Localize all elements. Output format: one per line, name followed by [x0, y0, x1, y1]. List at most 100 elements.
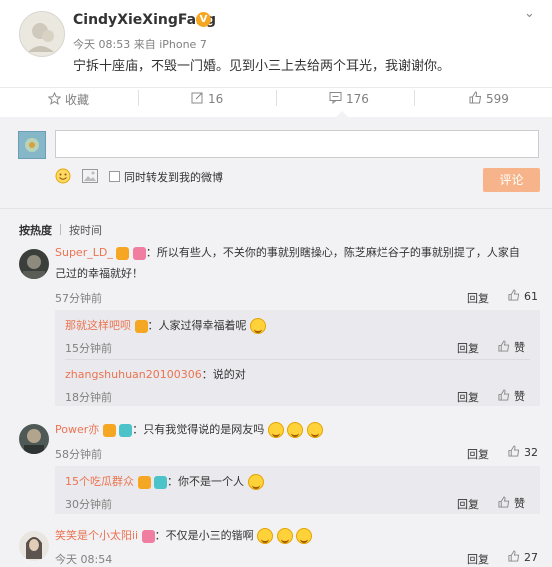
- comment-like-label: 赞: [514, 390, 525, 403]
- comment-text: ：不仅是小三的锴啊: [154, 529, 254, 542]
- reply-button[interactable]: 回复: [457, 340, 479, 356]
- comment-like-button[interactable]: 赞: [498, 495, 525, 511]
- comment-body: Super_LD_ ：所以有些人，不关你的事就别瞎操心，陈芝麻烂谷子的事就别提了…: [55, 244, 540, 262]
- comment-author[interactable]: zhangshuhuan20100306: [65, 368, 202, 381]
- divider: [60, 224, 61, 235]
- sort-by-heat[interactable]: 按热度: [19, 222, 52, 238]
- verified-icon: V: [196, 12, 211, 27]
- chevron-down-icon[interactable]: ⌄: [524, 6, 535, 21]
- comment-text: ：人家过得幸福着呢: [147, 319, 247, 332]
- comment-author[interactable]: Super_LD_: [55, 246, 113, 259]
- post-meta: 今天 08:53 来自 iPhone 7: [73, 38, 207, 51]
- laughing-emoji-icon: [250, 318, 266, 334]
- comment-author[interactable]: 15个吃瓜群众: [65, 475, 134, 488]
- like-button[interactable]: 599: [469, 91, 509, 107]
- reply-button[interactable]: 回复: [467, 446, 489, 462]
- member-badge-icon: [137, 475, 151, 489]
- divider: [414, 90, 415, 106]
- comment-icon: [329, 91, 342, 107]
- author-avatar[interactable]: [19, 11, 65, 57]
- comment-button[interactable]: 176: [329, 91, 369, 107]
- comment-text: ：只有我觉得说的是网友吗: [132, 423, 265, 436]
- thumbs-up-icon: [508, 445, 520, 460]
- laughing-emoji-icon: [267, 422, 284, 438]
- post-text: 宁拆十座庙，不毁一门婚。见到小三上去给两个耳光，我谢谢你。: [73, 59, 451, 74]
- level-badge-icon: [154, 475, 167, 489]
- reply-button[interactable]: 回复: [467, 290, 489, 306]
- comment-like-label: 赞: [514, 341, 525, 354]
- repost-icon: [191, 91, 204, 107]
- comment-text: ：你不是一个人: [167, 475, 244, 488]
- divider: [65, 359, 530, 360]
- repost-button[interactable]: 16: [191, 91, 223, 107]
- thumbs-up-icon: [469, 91, 482, 107]
- comment-text: ：所以有些人，不关你的事就别瞎操心，陈芝麻烂谷子的事就别提了，人家自: [145, 246, 520, 259]
- comment-author[interactable]: 那就这样吧呗: [65, 319, 131, 332]
- laughing-emoji-icon: [257, 528, 274, 544]
- sub-comment-body: 那就这样吧呗 ：人家过得幸福着呢: [65, 317, 266, 335]
- favorite-label: 收藏: [65, 93, 90, 107]
- comment-like-button[interactable]: 赞: [498, 388, 525, 404]
- sort-by-time[interactable]: 按时间: [69, 222, 102, 238]
- comment-like-button[interactable]: 61: [508, 289, 538, 304]
- comment-time: 15分钟前: [65, 342, 112, 355]
- comment-body: Power亦 ：只有我觉得说的是网友吗: [55, 421, 323, 439]
- sub-comment-body: 15个吃瓜群众 ：你不是一个人: [65, 473, 264, 491]
- comment-time: 58分钟前: [55, 448, 102, 461]
- reply-button[interactable]: 回复: [457, 496, 479, 512]
- fan-badge-icon: [141, 529, 155, 543]
- comment-input[interactable]: [55, 130, 539, 158]
- member-badge-icon: [134, 319, 148, 333]
- thumbs-up-icon: [498, 388, 510, 404]
- submit-comment-button[interactable]: 评论: [483, 168, 540, 192]
- thumbs-up-icon: [508, 289, 520, 304]
- comment-author[interactable]: 笑笑是个小太阳ii: [55, 529, 138, 542]
- author-name[interactable]: CindyXieXingFang: [73, 12, 216, 28]
- comment-like-button[interactable]: 32: [508, 445, 538, 460]
- comment-text-continued: 己过的幸福就好！: [55, 267, 143, 280]
- laughing-emoji-icon: [287, 422, 304, 438]
- laughing-emoji-icon: [276, 528, 293, 544]
- divider: [0, 208, 552, 209]
- image-icon[interactable]: [82, 169, 98, 183]
- comment-time: 18分钟前: [65, 391, 112, 404]
- comment-like-button[interactable]: 赞: [498, 339, 525, 355]
- level-badge-icon: [119, 423, 133, 437]
- comment-body: 笑笑是个小太阳ii ：不仅是小三的锴啊: [55, 527, 313, 545]
- repost-checkbox[interactable]: [109, 171, 120, 182]
- favorite-button[interactable]: 收藏: [47, 91, 90, 108]
- member-badge-icon: [102, 423, 116, 437]
- divider: [138, 90, 139, 106]
- comment-author[interactable]: Power亦: [55, 423, 99, 436]
- emoji-icon[interactable]: [55, 168, 71, 184]
- repost-count: 16: [208, 92, 224, 106]
- repost-checkbox-label: 同时转发到我的微博: [124, 171, 223, 184]
- avatar[interactable]: [19, 424, 49, 454]
- comment-time: 30分钟前: [65, 498, 112, 511]
- avatar[interactable]: [19, 531, 49, 561]
- fan-badge-icon: [132, 246, 146, 260]
- comment-like-button[interactable]: 27: [508, 550, 538, 565]
- like-count: 599: [486, 92, 509, 106]
- member-badge-icon: [116, 246, 130, 260]
- thumbs-up-icon: [498, 495, 510, 511]
- comment-like-count: 27: [524, 551, 538, 564]
- comment-like-count: 61: [524, 290, 538, 303]
- divider: [276, 90, 277, 106]
- thumbs-up-icon: [498, 339, 510, 355]
- reply-button[interactable]: 回复: [467, 551, 489, 567]
- star-icon: [47, 91, 62, 108]
- my-avatar: [18, 131, 46, 159]
- comment-like-label: 赞: [514, 497, 525, 510]
- thumbs-up-icon: [508, 550, 520, 565]
- comment-time: 今天 08:54: [55, 553, 113, 566]
- laughing-emoji-icon: [296, 528, 313, 544]
- reply-button[interactable]: 回复: [457, 389, 479, 405]
- comment-count: 176: [346, 92, 369, 106]
- comment-text: ：说的对: [201, 368, 246, 381]
- laughing-emoji-icon: [306, 422, 323, 438]
- comment-like-count: 32: [524, 446, 538, 459]
- sub-comment-body: zhangshuhuan20100306：说的对: [65, 366, 246, 384]
- laughing-emoji-icon: [247, 474, 264, 490]
- avatar[interactable]: [19, 249, 49, 279]
